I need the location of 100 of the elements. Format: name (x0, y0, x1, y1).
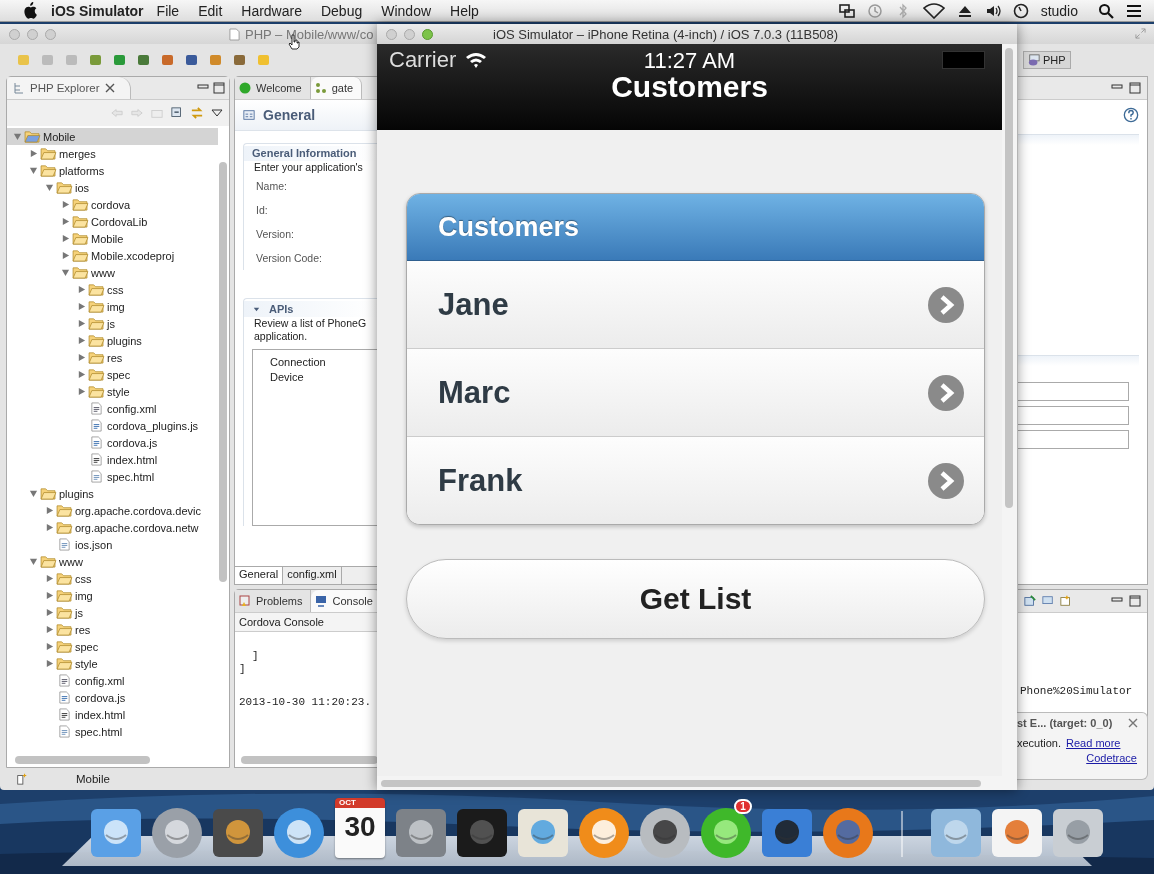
tree-item[interactable]: spec.html (7, 468, 218, 485)
list-item[interactable]: Frank (407, 436, 984, 524)
pin-icon[interactable] (1024, 595, 1036, 607)
toolbar-icon[interactable] (184, 52, 200, 68)
disclosure-triangle-icon[interactable] (77, 336, 86, 345)
page-tab[interactable]: config.xml (283, 567, 342, 584)
tree-item[interactable]: js (7, 315, 218, 332)
disclosure-triangle-icon[interactable] (45, 183, 54, 192)
api-item[interactable]: Connection (270, 355, 378, 370)
tree-item[interactable]: ios.json (7, 536, 218, 553)
tree-item[interactable]: style (7, 655, 218, 672)
perspective-button[interactable]: PHP (1023, 51, 1071, 69)
tree-item[interactable]: CordovaLib (7, 213, 218, 230)
app-menu[interactable]: iOS Simulator (51, 2, 144, 19)
tree-item[interactable]: res (7, 621, 218, 638)
disclosure-triangle-icon[interactable] (61, 217, 70, 226)
menu-item[interactable]: File (156, 2, 180, 19)
disclosure-triangle-icon[interactable] (45, 625, 54, 634)
input-field[interactable] (1018, 382, 1129, 401)
apple-logo-icon[interactable] (22, 2, 37, 19)
disclosure-triangle-icon[interactable] (45, 659, 54, 668)
tree-item[interactable]: js (7, 604, 218, 621)
tree-item[interactable]: ios (7, 179, 218, 196)
tree-item[interactable]: www (7, 553, 218, 570)
tree-item[interactable]: www (7, 264, 218, 281)
scrollbar-thumb[interactable] (15, 756, 150, 764)
tree-item[interactable]: Mobile (7, 128, 218, 145)
editor-tab[interactable]: gate (310, 77, 363, 99)
list-item[interactable]: Marc (407, 348, 984, 436)
disclosure-triangle-icon[interactable] (61, 234, 70, 243)
scrollbar-thumb[interactable] (1005, 48, 1013, 508)
disclosure-triangle-icon[interactable] (29, 149, 38, 158)
display-icon[interactable] (1042, 595, 1054, 607)
tree-item[interactable]: cordova.js (7, 689, 218, 706)
disclosure-triangle-icon[interactable] (77, 370, 86, 379)
zoom-button[interactable] (422, 28, 433, 40)
search-icon[interactable] (1098, 2, 1114, 19)
help-icon[interactable] (1123, 107, 1139, 123)
disclosure-triangle-icon[interactable] (45, 608, 54, 617)
disclosure-triangle-icon[interactable] (77, 319, 86, 328)
user-menu[interactable]: studio (1040, 2, 1078, 19)
maximize-icon[interactable] (1129, 595, 1141, 607)
scrollbar-thumb[interactable] (381, 779, 981, 787)
new-item-icon[interactable] (16, 773, 28, 785)
input-field[interactable] (1018, 430, 1129, 449)
tree-item[interactable]: spec.html (7, 723, 218, 740)
menu-item[interactable]: Debug (320, 2, 363, 19)
disclosure-triangle-icon[interactable] (45, 591, 54, 600)
disclosure-triangle-icon[interactable] (29, 489, 38, 498)
tree-item[interactable]: Mobile (7, 230, 218, 247)
tree-item[interactable]: spec (7, 638, 218, 655)
tree-item[interactable]: config.xml (7, 672, 218, 689)
tree-item[interactable]: merges (7, 145, 218, 162)
tree-item[interactable]: style (7, 383, 218, 400)
disclosure-triangle-icon[interactable] (77, 353, 86, 362)
wifi-icon[interactable] (922, 2, 945, 19)
scrollbar-thumb[interactable] (219, 162, 227, 582)
disclosure-triangle-icon[interactable] (77, 285, 86, 294)
disclosure-triangle-icon[interactable] (61, 200, 70, 209)
collapse-all-icon[interactable] (171, 107, 183, 119)
disclosure-triangle-icon[interactable] (29, 166, 38, 175)
tree-item[interactable]: cordova_plugins.js (7, 417, 218, 434)
tree-item[interactable]: spec (7, 366, 218, 383)
disclosure-triangle-icon[interactable] (13, 132, 22, 141)
toolbar-icon[interactable] (208, 52, 224, 68)
disclosure-triangle-icon[interactable] (77, 387, 86, 396)
toolbar-icon[interactable] (136, 52, 152, 68)
disclosure-triangle-icon[interactable] (29, 557, 38, 566)
editor-tab[interactable]: Welcome (235, 77, 311, 99)
api-item[interactable]: Device (270, 370, 378, 385)
scrollbar-thumb[interactable] (241, 756, 378, 764)
maximize-icon[interactable] (1129, 82, 1141, 94)
tree-item[interactable]: cordova (7, 196, 218, 213)
clock-history-icon[interactable] (866, 2, 883, 19)
menu-item[interactable]: Help (450, 2, 479, 19)
close-icon[interactable] (1127, 717, 1139, 729)
disclosure-triangle-icon[interactable] (45, 574, 54, 583)
close-icon[interactable] (104, 82, 117, 94)
disclosure-triangle-icon[interactable] (45, 506, 54, 515)
menu-item[interactable]: Edit (198, 2, 223, 19)
toolbar-icon[interactable] (232, 52, 248, 68)
view-tab[interactable]: Console (311, 590, 378, 612)
codetrace-link[interactable]: Codetrace (1086, 752, 1137, 764)
clock-icon[interactable] (1012, 2, 1029, 19)
view-tab[interactable]: Problems (235, 590, 312, 612)
tree-item[interactable]: cordova.js (7, 434, 218, 451)
mirroring-icon[interactable] (838, 2, 855, 19)
maximize-icon[interactable] (213, 82, 225, 94)
read-more-link[interactable]: Read more (1066, 737, 1121, 749)
tree-item[interactable]: index.html (7, 706, 218, 723)
new-console-icon[interactable] (1060, 595, 1072, 607)
toolbar-icon[interactable] (160, 52, 176, 68)
disclosure-triangle-icon[interactable] (77, 302, 86, 311)
toolbar-icon[interactable] (88, 52, 104, 68)
tree-item[interactable]: platforms (7, 162, 218, 179)
tree-item[interactable]: css (7, 281, 218, 298)
tree-item[interactable]: Mobile.xcodeproj (7, 247, 218, 264)
tree-item[interactable]: index.html (7, 451, 218, 468)
input-field[interactable] (1018, 406, 1129, 425)
toolbar-icon[interactable] (112, 52, 128, 68)
